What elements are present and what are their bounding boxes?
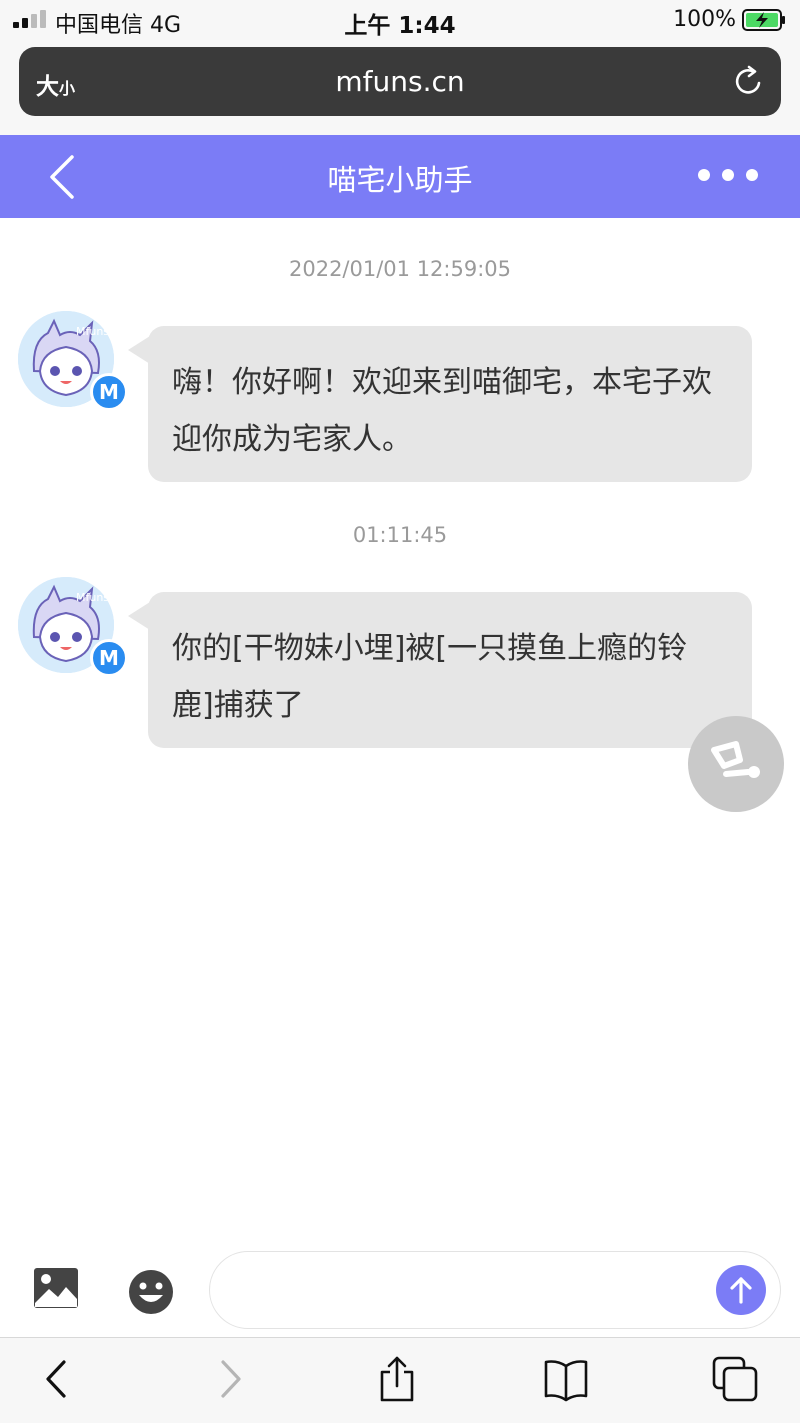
- page-title: 喵宅小助手: [327, 163, 473, 197]
- bubble-tail: [128, 602, 150, 630]
- status-bar: 中国电信 4G 上午 1:44 100%: [0, 0, 800, 40]
- message-input[interactable]: [209, 1251, 781, 1329]
- url-text[interactable]: mfuns.cn: [19, 65, 781, 98]
- m-badge-icon: M: [90, 639, 128, 677]
- app-header: 喵宅小助手: [0, 135, 800, 218]
- more-options-icon[interactable]: [696, 163, 760, 187]
- browser-toolbar: [0, 1337, 800, 1423]
- bubble-tail: [128, 336, 150, 364]
- browser-forward-icon[interactable]: [207, 1356, 253, 1402]
- bookmarks-icon[interactable]: [543, 1356, 589, 1402]
- message-bubble: 你的[干物妹小埋]被[一只摸鱼上瘾的铃鹿]捕获了: [148, 592, 752, 748]
- image-icon[interactable]: [33, 1267, 79, 1309]
- browser-back-icon[interactable]: [34, 1356, 80, 1402]
- battery-charging-icon: [742, 9, 785, 31]
- share-icon[interactable]: [374, 1356, 420, 1402]
- avatar[interactable]: Mfuns M: [18, 577, 128, 677]
- emoji-icon[interactable]: [128, 1269, 174, 1315]
- browser-address-area: 大小 mfuns.cn: [0, 40, 800, 135]
- send-button[interactable]: [716, 1265, 766, 1315]
- avatar-watermark-text: Mfuns: [76, 325, 109, 338]
- floating-action-button[interactable]: [688, 716, 784, 812]
- message-text: 你的[干物妹小埋]被[一只摸鱼上瘾的铃鹿]捕获了: [172, 631, 688, 723]
- message-timestamp: 01:11:45: [352, 523, 448, 547]
- message-bubble: 嗨！你好啊！欢迎来到喵御宅，本宅子欢迎你成为宅家人。: [148, 326, 752, 482]
- battery-percent: 100%: [673, 7, 736, 32]
- m-badge-icon: M: [90, 373, 128, 411]
- avatar[interactable]: Mfuns M: [18, 311, 128, 411]
- message-composer: [0, 1245, 800, 1337]
- avatar-watermark-text: Mfuns: [76, 591, 109, 604]
- message-timestamp: 2022/01/01 12:59:05: [288, 257, 512, 281]
- share-link-icon: [711, 741, 760, 778]
- arrow-up-icon: [730, 1277, 752, 1304]
- message-text: 嗨！你好啊！欢迎来到喵御宅，本宅子欢迎你成为宅家人。: [172, 365, 712, 457]
- address-bar[interactable]: 大小 mfuns.cn: [19, 47, 781, 116]
- reload-icon[interactable]: [731, 63, 767, 99]
- tabs-icon[interactable]: [712, 1356, 758, 1402]
